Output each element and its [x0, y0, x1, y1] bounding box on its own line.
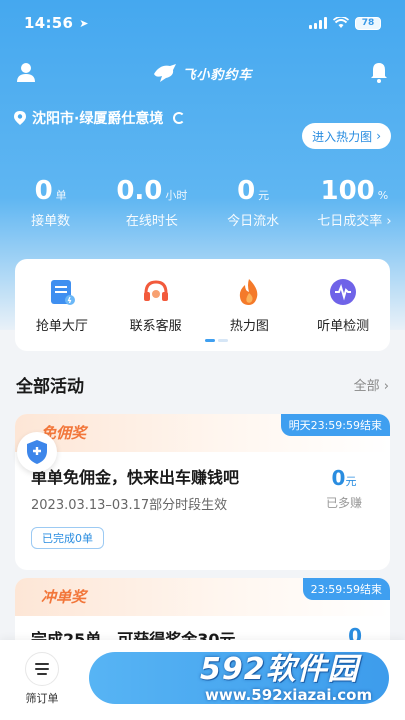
map-pin-icon: [14, 111, 26, 125]
quick-action-label: 听单检测: [317, 319, 370, 334]
view-all-label: 全部: [353, 379, 380, 394]
earned-label: 已多赚: [325, 496, 362, 510]
stat-unit: 元: [258, 189, 270, 202]
location-row[interactable]: 沈阳市·绿厦爵仕意境: [14, 108, 186, 128]
stat-value: 100: [320, 176, 375, 206]
stat-label: 七日成交率 ›: [317, 214, 392, 229]
completed-orders-badge: 已完成0单: [31, 527, 104, 549]
activity-earned: 0元 已多赚: [326, 466, 362, 511]
stat-today-revenue[interactable]: 0 元 今日流水: [203, 176, 304, 229]
safety-shield-button[interactable]: [17, 432, 57, 472]
activity-title: 单单免佣金，快来出车赚钱吧: [31, 468, 240, 487]
activity-deadline: 23:59:59结束: [302, 578, 390, 600]
order-hall-icon: [47, 277, 77, 307]
filter-orders-label: 筛订单: [25, 692, 59, 705]
watermark-url: www.592xiazai.com: [205, 686, 373, 704]
logo-text: 飞小豹约车: [182, 67, 253, 83]
filter-orders-button[interactable]: 筛订单: [18, 652, 66, 706]
enter-heatmap-button[interactable]: 进入热力图 ›: [302, 123, 391, 149]
stat-completion-rate[interactable]: 100 % 七日成交率 ›: [304, 176, 405, 229]
signal-icon: [309, 17, 327, 29]
battery-indicator: 78: [355, 16, 381, 30]
stat-unit: 单: [55, 189, 67, 202]
stat-label: 在线时长: [125, 214, 178, 229]
earned-value: 0: [331, 466, 346, 490]
headset-icon: [141, 277, 171, 307]
stat-value: 0.0: [116, 176, 163, 206]
stat-label-text: 七日成交率: [317, 214, 383, 229]
stat-unit: %: [377, 189, 389, 202]
location-text: 沈阳市·绿厦爵仕意境: [32, 111, 164, 127]
bell-icon[interactable]: [367, 60, 391, 84]
activity-date: 2023.03.13–03.17部分时段生效: [31, 498, 228, 513]
flame-icon: [234, 277, 264, 307]
earned-unit: 元: [345, 475, 357, 488]
stat-unit: 小时: [165, 189, 188, 202]
activities-section-header: 全部活动 全部 ›: [16, 372, 389, 397]
leopard-logo-icon: [154, 64, 177, 82]
quick-action-audio-check[interactable]: 听单检测: [296, 277, 390, 351]
watermark-text: 592软件园: [200, 652, 359, 687]
page-indicator: [205, 339, 228, 342]
status-time: 14:56: [24, 14, 74, 32]
view-all-link[interactable]: 全部 ›: [354, 375, 389, 394]
quick-actions-card: 抢单大厅 联系客服 热力图 听单检测: [15, 259, 390, 351]
stat-value: 0: [237, 176, 256, 206]
activity-tag: 冲单奖: [41, 588, 87, 606]
app-header: 飞小豹约车: [0, 50, 405, 96]
activity-card-header: 冲单奖 23:59:59结束: [15, 578, 390, 616]
activity-deadline: 明天23:59:59结束: [280, 414, 390, 436]
quick-action-customer-service[interactable]: 联系客服: [109, 277, 203, 351]
quick-action-label: 联系客服: [129, 319, 182, 334]
quick-action-label: 热力图: [229, 319, 269, 334]
quick-action-order-hall[interactable]: 抢单大厅: [15, 277, 109, 351]
app-logo: 飞小豹约车: [152, 62, 252, 84]
activity-card-header: 免佣奖 明天23:59:59结束: [15, 414, 390, 452]
wifi-icon: [333, 17, 349, 28]
audio-check-icon: [328, 277, 358, 307]
status-bar: 14:56 ➤ 78: [0, 0, 405, 46]
shield-icon: [27, 440, 47, 464]
quick-action-label: 抢单大厅: [35, 319, 88, 334]
stats-row: 0 单 接单数 0.0 小时 在线时长 0 元 今日流水 100 % 七日成交率…: [0, 176, 405, 229]
refresh-icon[interactable]: [173, 112, 186, 124]
chevron-right-icon: ›: [376, 129, 381, 143]
activity-card[interactable]: 免佣奖 明天23:59:59结束 单单免佣金，快来出车赚钱吧 2023.03.1…: [15, 414, 390, 570]
stat-orders[interactable]: 0 单 接单数: [0, 176, 101, 229]
section-title: 全部活动: [16, 377, 84, 397]
stat-label: 接单数: [31, 214, 71, 229]
location-arrow-icon: ➤: [79, 16, 89, 30]
filter-icon: [25, 652, 59, 686]
user-icon[interactable]: [14, 60, 38, 84]
enter-heatmap-label: 进入热力图: [312, 129, 373, 144]
stat-label: 今日流水: [227, 214, 280, 229]
stat-online-hours[interactable]: 0.0 小时 在线时长: [101, 176, 202, 229]
stat-value: 0: [34, 176, 53, 206]
